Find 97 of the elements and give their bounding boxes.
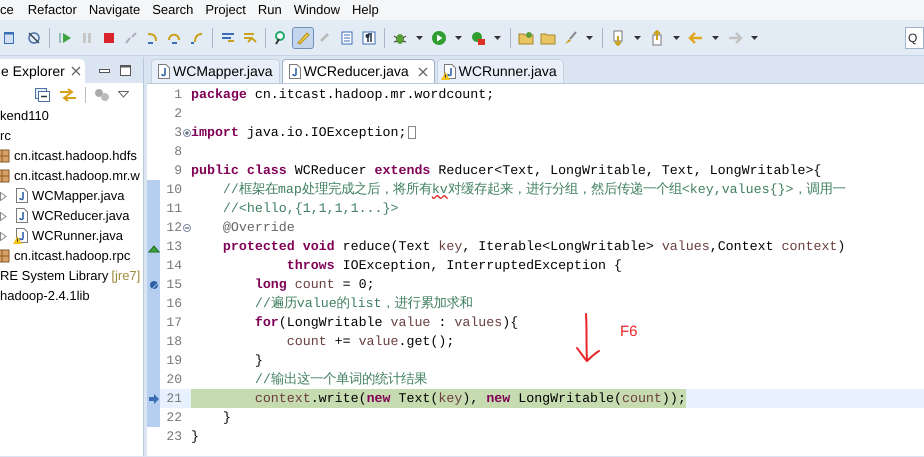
expand-arrow-icon[interactable] [0,212,7,220]
line-number: 17 [165,314,182,332]
tree-item-label: RE System Library [0,267,108,286]
dropdown-caret-icon[interactable] [751,36,758,40]
fold-toggle-icon[interactable] [182,224,190,232]
code-line: @Override [222,219,295,237]
menu-item[interactable]: Refactor [22,0,83,20]
menu-item[interactable]: Navigate [82,0,146,20]
fold-toggle-icon[interactable] [182,128,190,136]
gears-icon[interactable] [94,88,110,102]
package-icon [0,149,10,163]
annotation-text: F6 [620,322,638,342]
changed-range-marker [147,180,160,199]
close-icon[interactable] [70,66,81,76]
arrow-right-icon [148,392,160,404]
editor-tab[interactable]: WCMapper.java [151,59,280,83]
code-line: throws IOException, InterruptedException { [286,257,622,275]
line-number: 9 [173,162,182,180]
tree-item[interactable]: hadoop-2.4.1lib [0,286,143,306]
line-number: 10 [165,181,182,199]
package-icon [0,169,10,183]
line-number: 12 [165,219,182,237]
code-line: protected void reduce(Text key, Iterable<LongWritable> values,Context context) [222,238,846,256]
arrow-left-icon [688,30,704,46]
maximize-icon[interactable] [120,65,131,76]
explorer-tab[interactable]: e Explorer [0,59,85,83]
editor-tab[interactable]: WCReducer.java [282,59,435,83]
dropdown-caret-icon[interactable] [455,36,462,40]
tree-item[interactable]: WCMapper.java [0,186,143,206]
code-line: } [222,409,231,427]
highlighter-icon [295,30,311,46]
line-number: 16 [165,295,182,313]
breakpoint-icon [148,278,160,290]
folded-code-marker[interactable] [408,126,416,139]
quick-access-field[interactable]: Q [905,27,924,49]
line-number: 23 [165,428,182,446]
close-icon[interactable] [418,66,428,76]
line-number: 21 [165,390,182,408]
menu-item[interactable]: Run [252,0,288,20]
code-line: //输出这一个单词的统计结果 [254,370,427,389]
minimize-icon[interactable] [99,68,110,72]
line-number: 2 [173,105,182,123]
code-line: //框架在map处理完成之后，将所有kv对缓存起来，进行分组，然后传递一个组<key,values{}>，调用一 [222,180,846,199]
code-line: public class WCReducer extends Reducer<Text, LongWritable, Text, LongWritable>{ [191,162,822,180]
line-number: 8 [173,143,182,161]
line-number: 20 [165,371,182,389]
tree-item[interactable]: kend110 [0,106,143,126]
tree-item[interactable]: cn.itcast.hadoop.rpc [0,246,143,266]
menu-item[interactable]: ce [0,0,22,20]
library-version-label: [jre7] [111,267,140,286]
tree-item[interactable]: cn.itcast.hadoop.hdfs [0,146,143,166]
brush-icon [562,30,578,46]
line-number: 19 [165,352,182,370]
code-line: count += value.get(); [286,333,454,351]
menu-item[interactable]: Project [199,0,252,20]
line-number: 18 [165,333,182,351]
line-number: 14 [165,257,182,275]
tree-item[interactable]: cn.itcast.hadoop.mr.w [0,166,143,186]
line-number: 15 [165,276,182,294]
dropdown-caret-icon[interactable] [494,36,501,40]
tree-item[interactable]: WCRunner.java [0,226,143,246]
line-number: 3 [173,124,182,142]
menu-item[interactable]: Help [346,0,385,20]
code-line: } [254,352,263,370]
code-line: //遍历value的list，进行累加求和 [254,294,473,313]
dropdown-caret-icon[interactable] [586,36,593,40]
editor-tab[interactable]: WCRunner.java [436,59,564,83]
line-number: 11 [165,200,182,218]
dropdown-caret-icon[interactable] [416,36,423,40]
arrow-right-icon [727,30,743,46]
code-line: //<hello,{1,1,1,1...}> [222,200,398,218]
package-icon [0,249,10,263]
code-line: package cn.itcast.hadoop.mr.wordcount; [191,86,494,104]
tree-item[interactable]: rc [0,126,143,146]
collapse-all-icon[interactable] [35,88,51,102]
dropdown-caret-icon[interactable] [712,36,719,40]
menu-item[interactable]: Window [288,0,346,20]
outline-icon [339,30,355,46]
link-off-icon [26,30,42,46]
expand-arrow-icon[interactable] [0,192,7,200]
dropdown-caret-icon[interactable] [634,36,641,40]
line-number: 13 [165,238,182,256]
run-icon [431,30,447,46]
code-line: } [191,428,199,446]
hand-drawn-arrow [575,312,601,364]
dropdown-caret-icon[interactable] [673,36,680,40]
code-line: for(LongWritable value : values){ [254,314,518,332]
expand-arrow-icon[interactable] [0,232,7,240]
menu-item[interactable]: Search [146,0,200,20]
code-line: import java.io.IOException; [191,124,406,142]
link-arrows-icon[interactable] [59,88,77,102]
view-menu-caret-icon[interactable] [118,91,129,98]
tree-item[interactable]: WCReducer.java [0,206,143,226]
line-number: 1 [173,86,182,104]
code-line: long count = 0; [254,276,375,294]
line-number: 22 [165,409,182,427]
pilcrow-icon [361,30,377,46]
